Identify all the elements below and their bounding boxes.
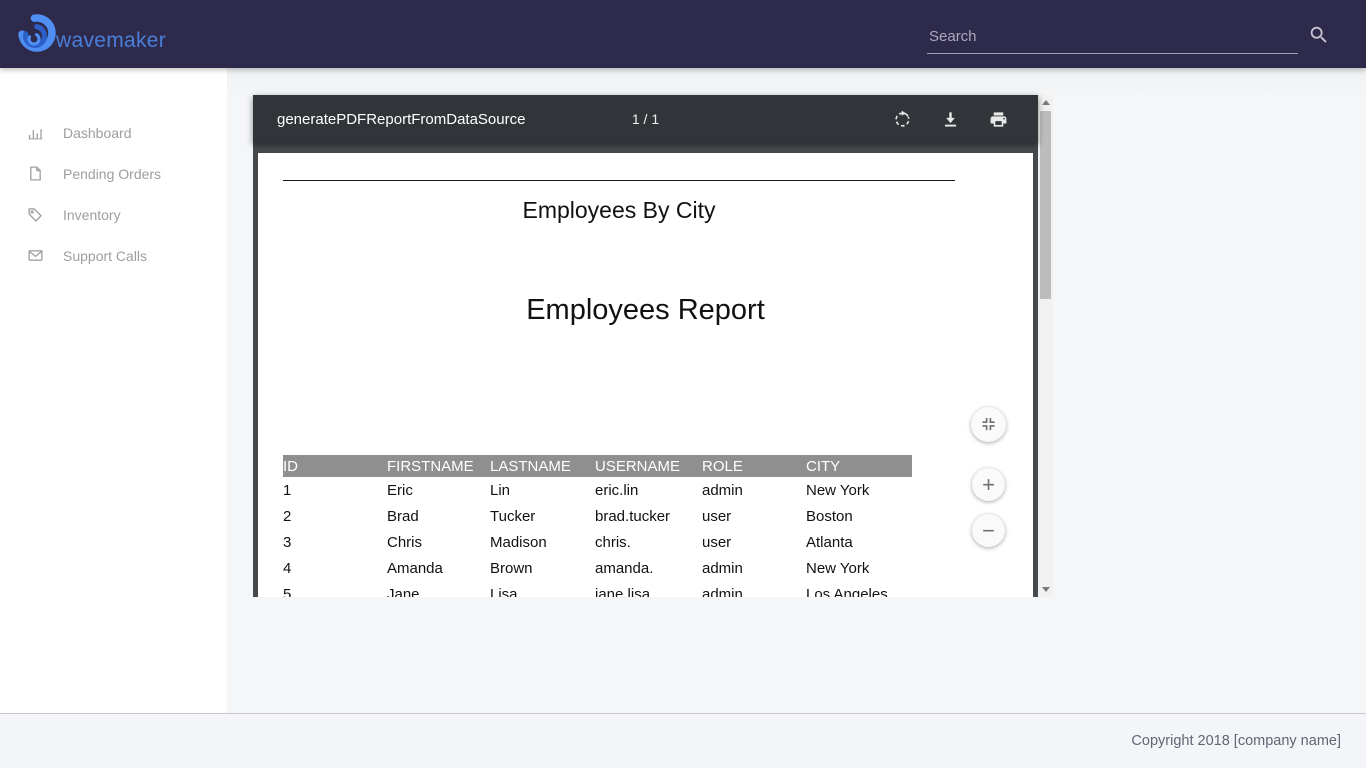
zoom-in-button[interactable]: + [972, 468, 1005, 501]
cell-id: 2 [283, 508, 387, 525]
cell-lastname: Lin [490, 482, 595, 499]
cell-firstname: Chris [387, 534, 490, 551]
cell-city: Boston [806, 508, 912, 525]
pdf-toolbar-actions [893, 110, 1008, 129]
cell-id: 5 [283, 586, 387, 598]
bar-chart-icon [27, 124, 44, 141]
employees-table: ID FIRSTNAME LASTNAME USERNAME ROLE CITY… [283, 455, 912, 597]
cell-username: eric.lin [595, 482, 702, 499]
app-header: wavemaker [0, 0, 1366, 68]
cell-city: New York [806, 560, 912, 577]
pdf-scrollbar[interactable] [1038, 95, 1053, 597]
pdf-canvas-area[interactable]: Employees By City Employees Report ID FI… [253, 143, 1038, 597]
scrollbar-thumb[interactable] [1040, 111, 1051, 299]
table-body: 1 Eric Lin eric.lin admin New York 2 Bra… [283, 477, 912, 597]
cell-role: user [702, 508, 806, 525]
pdf-viewer: generatePDFReportFromDataSource 1 / 1 [253, 95, 1053, 597]
cell-username: brad.tucker [595, 508, 702, 525]
table-row: 3 Chris Madison chris. user Atlanta [283, 529, 912, 555]
search-bar [927, 14, 1330, 54]
scroll-down-button[interactable] [1038, 582, 1053, 597]
scroll-up-button[interactable] [1038, 95, 1053, 110]
sidebar-item-pending-orders[interactable]: Pending Orders [0, 153, 227, 194]
wavemaker-logo-icon [14, 10, 62, 58]
cell-role: admin [702, 586, 806, 598]
fit-to-page-icon [981, 417, 996, 432]
table-row: 4 Amanda Brown amanda. admin New York [283, 555, 912, 581]
sidebar-nav: Dashboard Pending Orders Inventory Suppo… [0, 68, 227, 276]
sidebar-item-label: Pending Orders [63, 166, 161, 182]
triangle-down-icon [1042, 587, 1050, 592]
mail-icon [27, 247, 44, 264]
column-header: USERNAME [595, 457, 702, 475]
table-row: 2 Brad Tucker brad.tucker user Boston [283, 503, 912, 529]
search-input[interactable] [927, 22, 1298, 54]
cell-id: 3 [283, 534, 387, 551]
copyright-text: Copyright 2018 [company name] [1131, 733, 1341, 749]
column-header: CITY [806, 457, 912, 475]
cell-city: Los Angeles [806, 586, 912, 598]
cell-username: jane.lisa [595, 586, 702, 598]
document-heading: Employees By City [283, 197, 955, 224]
cell-role: user [702, 534, 806, 551]
app-body: Dashboard Pending Orders Inventory Suppo… [0, 68, 1366, 713]
brand-logo[interactable]: wavemaker [14, 10, 166, 58]
pdf-toolbar: generatePDFReportFromDataSource 1 / 1 [253, 95, 1038, 143]
rotate-icon[interactable] [893, 110, 912, 129]
column-header: LASTNAME [490, 457, 595, 475]
app-footer: Copyright 2018 [company name] [0, 713, 1366, 768]
print-icon[interactable] [989, 110, 1008, 129]
download-icon[interactable] [941, 110, 960, 129]
table-row: 5 Jane Lisa jane.lisa admin Los Angeles [283, 581, 912, 597]
cell-username: amanda. [595, 560, 702, 577]
cell-role: admin [702, 482, 806, 499]
pdf-page: Employees By City Employees Report ID FI… [258, 153, 1033, 597]
cell-role: admin [702, 560, 806, 577]
cell-lastname: Lisa [490, 586, 595, 598]
column-header: ROLE [702, 457, 806, 475]
cell-firstname: Jane [387, 586, 490, 598]
search-icon[interactable] [1308, 24, 1330, 46]
table-header-row: ID FIRSTNAME LASTNAME USERNAME ROLE CITY [283, 455, 912, 477]
tag-icon [27, 206, 44, 223]
cell-id: 4 [283, 560, 387, 577]
sidebar-item-label: Inventory [63, 207, 121, 223]
column-header: FIRSTNAME [387, 457, 490, 475]
cell-firstname: Brad [387, 508, 490, 525]
cell-username: chris. [595, 534, 702, 551]
cell-lastname: Madison [490, 534, 595, 551]
sidebar-item-label: Dashboard [63, 125, 132, 141]
cell-lastname: Brown [490, 560, 595, 577]
pdf-title: generatePDFReportFromDataSource [277, 111, 525, 128]
cell-city: New York [806, 482, 912, 499]
document-divider [283, 180, 955, 181]
sidebar-item-support-calls[interactable]: Support Calls [0, 235, 227, 276]
sidebar-item-dashboard[interactable]: Dashboard [0, 112, 227, 153]
sidebar-item-label: Support Calls [63, 248, 147, 264]
sidebar: Dashboard Pending Orders Inventory Suppo… [0, 68, 227, 713]
document-title: Employees Report [258, 294, 1033, 327]
sidebar-item-inventory[interactable]: Inventory [0, 194, 227, 235]
fit-to-page-button[interactable] [971, 407, 1006, 442]
triangle-up-icon [1042, 100, 1050, 105]
column-header: ID [283, 457, 387, 475]
cell-firstname: Eric [387, 482, 490, 499]
cell-id: 1 [283, 482, 387, 499]
cell-lastname: Tucker [490, 508, 595, 525]
cell-firstname: Amanda [387, 560, 490, 577]
zoom-out-button[interactable]: − [972, 514, 1005, 547]
document-icon [27, 165, 44, 182]
table-row: 1 Eric Lin eric.lin admin New York [283, 477, 912, 503]
cell-city: Atlanta [806, 534, 912, 551]
brand-name: wavemaker [56, 29, 166, 53]
